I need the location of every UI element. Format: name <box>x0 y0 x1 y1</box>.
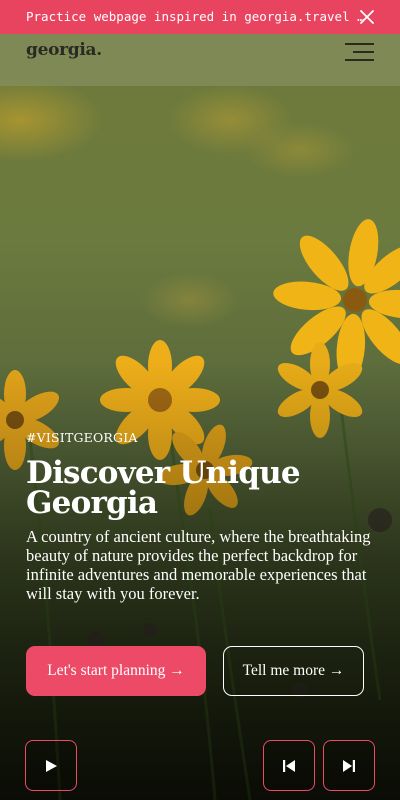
skip-next-icon <box>343 759 355 772</box>
play-button[interactable] <box>25 740 77 791</box>
play-icon <box>46 759 57 772</box>
skip-previous-icon <box>283 759 295 772</box>
previous-button[interactable] <box>263 740 315 791</box>
tell-me-more-button[interactable]: Tell me more → <box>223 646 364 696</box>
announcement-banner: Practice webpage inspired in georgia.tra… <box>0 0 400 34</box>
menu-line-middle <box>353 51 374 53</box>
menu-line-bottom <box>345 59 374 61</box>
start-planning-button[interactable]: Let's start planning → <box>26 646 206 696</box>
site-logo[interactable]: georgia. <box>26 40 102 60</box>
next-button[interactable] <box>323 740 375 791</box>
hero-title: Discover Unique Georgia <box>26 455 301 521</box>
menu-line-top <box>345 43 374 45</box>
hamburger-menu-icon[interactable] <box>342 39 378 65</box>
close-icon[interactable] <box>358 8 376 26</box>
banner-text: Practice webpage inspired in georgia.tra… <box>26 9 365 24</box>
hero-description: A country of ancient culture, where the … <box>26 527 371 603</box>
site-header: georgia. <box>0 34 400 86</box>
hashtag-label: #VISITGEORGIA <box>26 430 138 445</box>
